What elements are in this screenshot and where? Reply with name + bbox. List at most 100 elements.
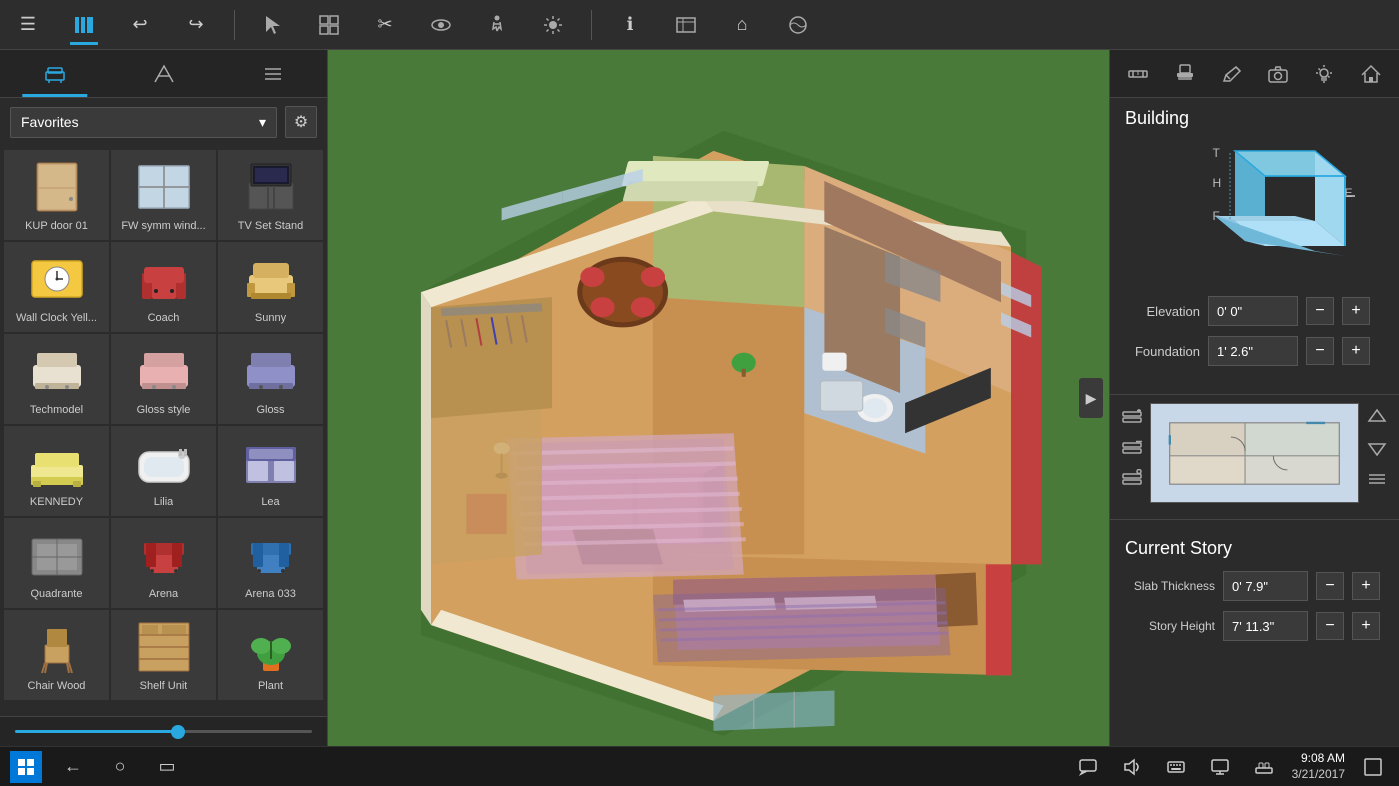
keyboard-icon[interactable] [1160,751,1192,783]
list-item[interactable]: Plant [218,610,323,700]
select-icon[interactable] [255,7,291,43]
furniture-tab[interactable] [0,50,109,97]
back-button[interactable]: ← [57,751,89,783]
foundation-minus-button[interactable]: − [1306,337,1334,365]
item-thumb-gloss-style [128,341,200,401]
item-label: Sunny [255,312,286,325]
item-thumb-gloss [235,341,307,401]
elevation-input[interactable] [1208,296,1298,326]
elevation-label: Elevation [1125,304,1200,319]
screen-icon[interactable] [1204,751,1236,783]
multitask-button[interactable]: ▭ [151,751,183,783]
slab-thickness-minus-button[interactable]: − [1316,572,1344,600]
item-label: Wall Clock Yell... [16,312,97,325]
elevation-plus-button[interactable]: + [1342,297,1370,325]
foundation-input[interactable] [1208,336,1298,366]
sun-icon[interactable] [535,7,571,43]
redo-icon[interactable]: ↪ [178,7,214,43]
list-item[interactable]: Lilia [111,426,216,516]
light-tool-icon[interactable] [1306,56,1342,92]
chevron-down-icon: ▾ [259,114,266,131]
list-item[interactable]: Chair Wood [4,610,109,700]
list-tab[interactable] [218,50,327,97]
list-item[interactable]: Techmodel [4,334,109,424]
item-label: Lea [261,496,279,509]
list-item[interactable]: Arena [111,518,216,608]
foundation-plus-button[interactable]: + [1342,337,1370,365]
story-height-plus-button[interactable]: + [1352,612,1380,640]
item-label: Plant [258,680,283,693]
list-item[interactable]: Lea [218,426,323,516]
list-item[interactable]: Wall Clock Yell... [4,242,109,332]
building-3d-preview: T H F E [1125,141,1384,281]
item-thumb-shelf-unit [128,617,200,677]
list-item[interactable]: Sunny [218,242,323,332]
stamp-tool-icon[interactable] [1167,56,1203,92]
list-item[interactable]: KENNEDY [4,426,109,516]
slab-thickness-plus-button[interactable]: + [1352,572,1380,600]
view-up-icon[interactable] [1367,407,1387,432]
favorites-bar: Favorites ▾ ⚙ [0,98,327,146]
list-item[interactable]: Coach [111,242,216,332]
start-button[interactable] [10,751,42,783]
list-item[interactable]: Gloss style [111,334,216,424]
floor-thumbnail[interactable] [1150,403,1359,503]
list-item[interactable]: KUP door 01 [4,150,109,240]
top-toolbar: ☰ ↩ ↪ ✂ [0,0,1399,50]
center-canvas[interactable]: ▶ [328,50,1109,746]
zoom-slider[interactable] [15,730,312,733]
toolbar-sep-1 [234,10,235,40]
item-thumb-techmodel [21,341,93,401]
slab-thickness-label: Slab Thickness [1125,579,1215,593]
favorites-dropdown[interactable]: Favorites ▾ [10,107,277,138]
item-label: Coach [148,312,180,325]
settings-button[interactable]: ⚙ [285,106,317,138]
elevation-row: Elevation − + [1125,296,1384,326]
time-display: 9:08 AM [1301,751,1345,767]
list-item[interactable]: Gloss [218,334,323,424]
globe-icon[interactable] [780,7,816,43]
menu-icon[interactable]: ☰ [10,7,46,43]
list-item[interactable]: Quadrante [4,518,109,608]
right-panel: Building [1109,50,1399,746]
walk-icon[interactable] [479,7,515,43]
house2-icon[interactable]: ⌂ [724,7,760,43]
camera-tool-icon[interactable] [1260,56,1296,92]
item-label: Arena [149,588,178,601]
item-thumb-sunny [235,249,307,309]
pencil-tool-icon[interactable] [1213,56,1249,92]
view-list-icon[interactable] [1367,469,1387,494]
toolbar-sep-2 [591,10,592,40]
view-down-icon[interactable] [1367,438,1387,463]
story-add-icon[interactable] [1122,407,1142,432]
item-thumb-tv-stand [235,157,307,217]
notification-icon[interactable] [1248,751,1280,783]
scissors-icon[interactable]: ✂ [367,7,403,43]
library-icon[interactable] [66,7,102,43]
story-remove-icon[interactable] [1122,438,1142,463]
home-tool-icon[interactable] [1353,56,1389,92]
undo-icon[interactable]: ↩ [122,7,158,43]
list-item[interactable]: Arena 033 [218,518,323,608]
measure-tool-icon[interactable] [1120,56,1156,92]
elevation-minus-button[interactable]: − [1306,297,1334,325]
story-height-input[interactable] [1223,611,1308,641]
list-item[interactable]: TV Set Stand [218,150,323,240]
chat-icon[interactable] [1072,751,1104,783]
eye-icon[interactable] [423,7,459,43]
slab-thickness-input[interactable] [1223,571,1308,601]
volume-icon[interactable] [1116,751,1148,783]
story-height-minus-button[interactable]: − [1316,612,1344,640]
story-settings-icon[interactable] [1122,469,1142,494]
info-icon[interactable]: ℹ [612,7,648,43]
group-icon[interactable] [311,7,347,43]
foundation-label: Foundation [1125,344,1200,359]
desktop-icon[interactable] [1357,751,1389,783]
item-label: KENNEDY [30,496,83,509]
design-tab[interactable] [109,50,218,97]
list-item[interactable]: FW symm wind... [111,150,216,240]
home-button[interactable]: ○ [104,751,136,783]
list-item[interactable]: Shelf Unit [111,610,216,700]
layout-export-icon[interactable] [668,7,704,43]
collapse-panel-button[interactable]: ▶ [1079,378,1103,418]
